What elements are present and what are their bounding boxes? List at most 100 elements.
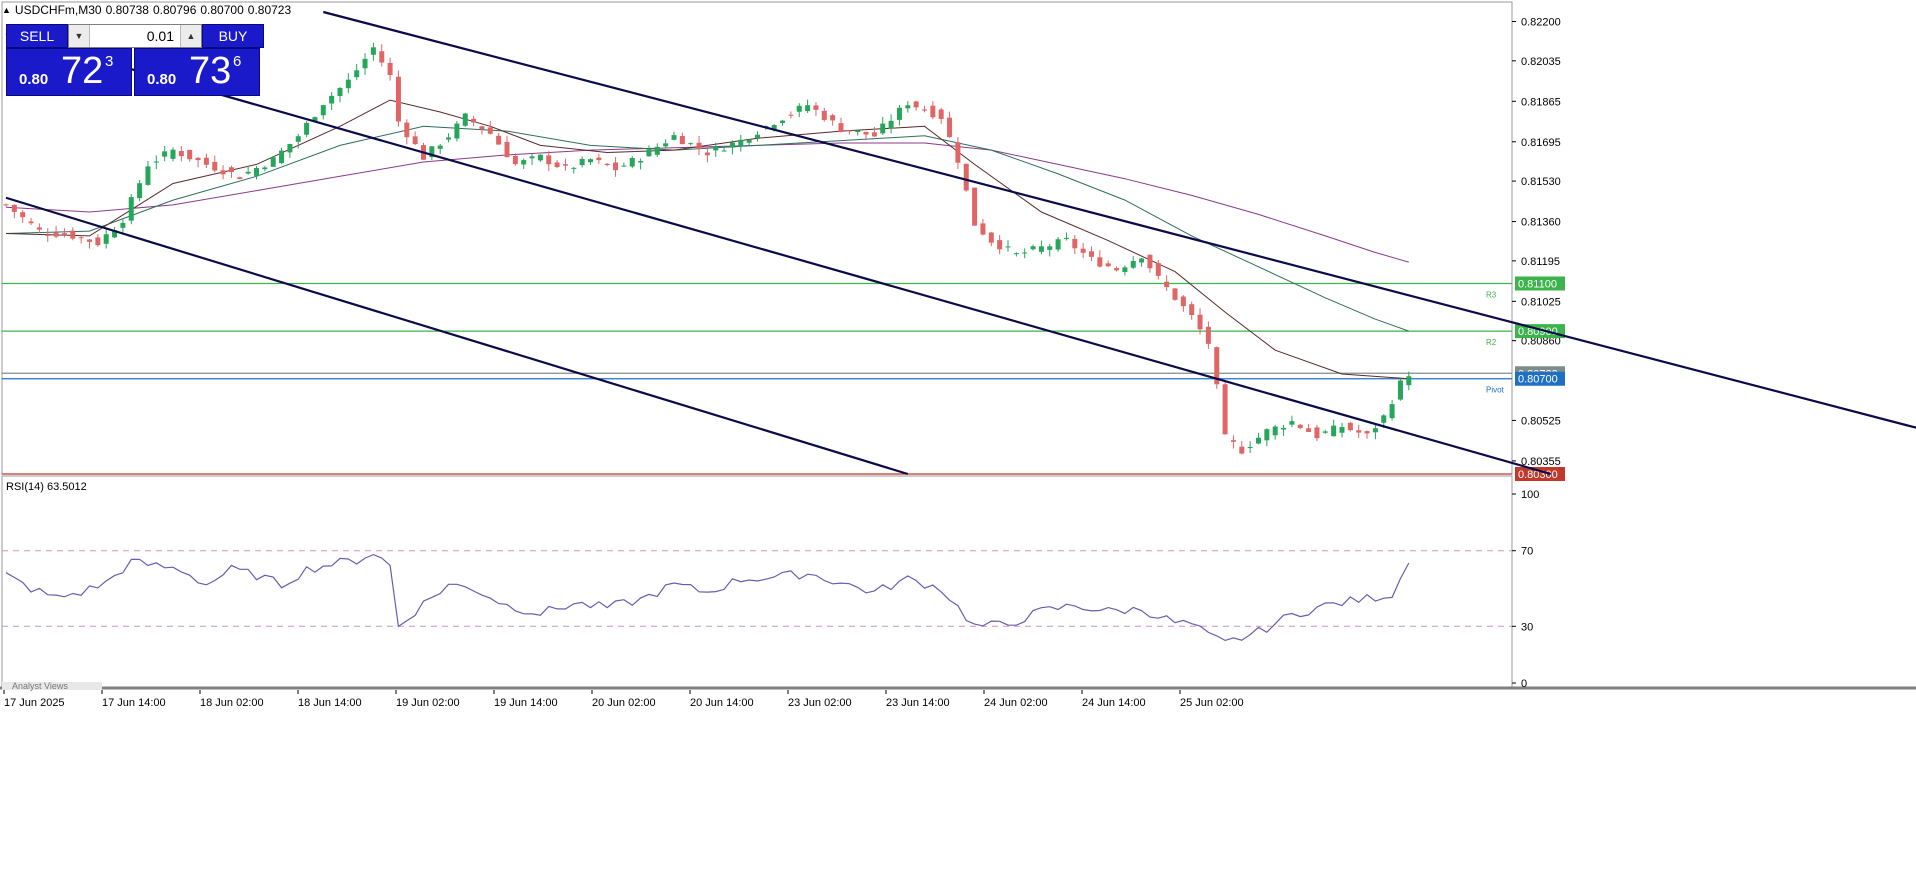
candle-body	[1063, 237, 1069, 239]
candle-body	[896, 107, 902, 120]
price-axis-label: 0.81695	[1521, 137, 1561, 149]
candle-body	[838, 123, 844, 132]
candle-body	[20, 212, 26, 218]
time-axis-label: 19 Jun 02:00	[396, 697, 460, 709]
sell-button[interactable]: SELL	[6, 24, 68, 48]
candle-body	[387, 62, 393, 76]
collapse-icon[interactable]: ▲	[2, 5, 11, 15]
candle-body	[295, 136, 301, 142]
candle-body	[1339, 427, 1345, 433]
candle-body	[1289, 421, 1295, 425]
candle-body	[329, 95, 335, 104]
candle-body	[888, 120, 894, 129]
candle-body	[1389, 404, 1395, 419]
time-axis-label: 19 Jun 14:00	[494, 697, 558, 709]
candle-body	[11, 204, 17, 212]
candle-body	[496, 135, 502, 145]
candle-body	[696, 142, 702, 149]
candle-body	[128, 197, 134, 221]
candle-body	[880, 123, 886, 134]
candle-body	[521, 160, 527, 165]
candle-body	[203, 157, 209, 165]
candle-body	[688, 143, 694, 145]
candle-body	[245, 171, 251, 174]
candle-body	[529, 156, 535, 159]
candle-body	[370, 47, 376, 55]
trend-channel-line	[5, 32, 1552, 476]
candle-body	[997, 240, 1003, 250]
candle-body	[930, 105, 936, 118]
candle-body	[1256, 437, 1261, 444]
candle-body	[1397, 380, 1403, 400]
candle-body	[354, 70, 360, 78]
candle-body	[1406, 376, 1412, 386]
candle-body	[412, 136, 418, 145]
level-name-label: R3	[1486, 290, 1497, 299]
level-name-label: R2	[1486, 338, 1497, 347]
candle-body	[437, 145, 443, 149]
candle-body	[1072, 238, 1078, 249]
ohlc-low: 0.80700	[200, 3, 244, 17]
buy-price[interactable]: 0.80 73 6	[134, 48, 260, 96]
candle-body	[855, 130, 861, 132]
lot-size-field[interactable]: ▼ 0.01 ▲	[68, 24, 202, 48]
symbol-label: USDCHFm,M30	[14, 3, 102, 17]
candle-body	[796, 105, 802, 112]
candle-body	[36, 227, 42, 230]
lot-size-value[interactable]: 0.01	[90, 28, 180, 44]
trend-channel-line	[5, 196, 909, 476]
price-axis-label: 0.80525	[1521, 415, 1561, 427]
candle-body	[1331, 425, 1337, 437]
candle-body	[237, 177, 243, 180]
ohlc-close: 0.80723	[247, 3, 292, 17]
candle-body	[320, 105, 326, 116]
candle-body	[613, 162, 619, 171]
candle-body	[780, 120, 786, 123]
candle-body	[220, 170, 226, 175]
candle-body	[905, 105, 911, 109]
candle-body	[78, 237, 84, 239]
candle-body	[1139, 258, 1145, 263]
price-axis-label: 0.82200	[1521, 17, 1561, 29]
candle-body	[1164, 281, 1170, 288]
candle-body	[95, 237, 101, 246]
candle-body	[746, 139, 752, 143]
candle-body	[1130, 261, 1136, 268]
candle-body	[646, 149, 652, 157]
sell-price-big: 72	[61, 50, 104, 92]
candle-body	[1347, 422, 1353, 431]
analyst-views-tab: Analyst Views	[12, 681, 68, 691]
candle-body	[805, 105, 811, 112]
level-name-label: Pivot	[1486, 386, 1505, 395]
candle-body	[1030, 246, 1036, 250]
lot-decrease-icon[interactable]: ▼	[69, 25, 90, 47]
rsi-axis-label: 70	[1521, 546, 1533, 558]
buy-button[interactable]: BUY	[202, 24, 264, 48]
sell-price[interactable]: 0.80 72 3	[6, 48, 132, 96]
candle-body	[1356, 430, 1362, 433]
candle-body	[1297, 424, 1303, 429]
candle-body	[729, 142, 735, 148]
chart-stage: 0.82200 0.82035 0.81865 0.81695 0.81530 0.813…	[0, 0, 1916, 874]
candle-body	[1381, 415, 1387, 423]
rsi-axis-label: 100	[1521, 489, 1539, 501]
candle-body	[1114, 268, 1120, 271]
candle-body	[145, 166, 151, 185]
time-axis-label: 23 Jun 02:00	[788, 697, 852, 709]
candle-body	[671, 135, 677, 140]
candle-body	[980, 223, 986, 235]
candle-body	[830, 115, 836, 121]
candle-body	[379, 51, 385, 63]
time-axis-label: 17 Jun 14:00	[102, 697, 166, 709]
lot-increase-icon[interactable]: ▲	[180, 25, 201, 47]
sell-price-sup: 3	[105, 53, 114, 70]
candle-body	[1281, 427, 1287, 430]
price-axis-label: 0.82035	[1521, 56, 1561, 68]
candle-body	[3, 204, 9, 206]
candle-body	[1197, 314, 1203, 330]
candle-body	[537, 154, 543, 161]
candle-body	[1172, 288, 1178, 300]
candle-body	[1222, 384, 1228, 435]
candle-body	[988, 232, 994, 243]
candle-body	[1122, 267, 1128, 272]
